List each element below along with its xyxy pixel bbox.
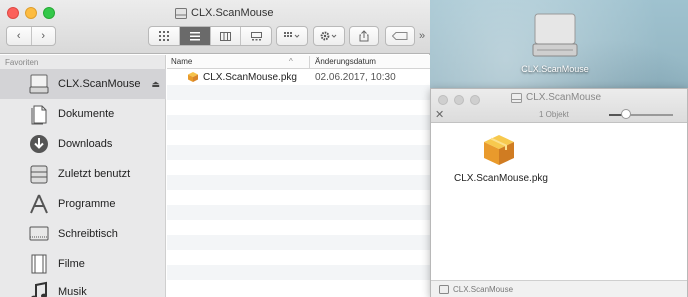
column-view-icon	[219, 31, 231, 41]
gear-icon	[320, 31, 337, 41]
arrange-icon	[284, 32, 300, 38]
movies-icon	[26, 252, 52, 276]
item-count: 1 Objekt	[539, 110, 569, 119]
toolbar-overflow-button[interactable]: »	[419, 30, 425, 42]
documents-icon	[26, 102, 52, 126]
secondary-window-titlebar: CLX.ScanMouse ✕ 1 Objekt	[431, 89, 687, 123]
package-label: CLX.ScanMouse.pkg	[454, 173, 548, 184]
tags-button[interactable]	[385, 26, 415, 46]
music-icon	[26, 280, 52, 297]
action-button[interactable]	[313, 26, 345, 46]
share-button[interactable]	[349, 26, 379, 46]
secondary-window-title: CLX.ScanMouse	[511, 92, 601, 103]
table-row[interactable]: CLX.ScanMouse.pkg 02.06.2017, 10:30	[167, 70, 430, 85]
minimize-button[interactable]	[454, 95, 464, 105]
applications-icon	[26, 192, 52, 216]
back-button[interactable]: ‹	[7, 30, 31, 42]
minimize-button[interactable]	[25, 7, 37, 19]
sidebar: Favoriten CLX.ScanMouse ⏏ Dokumente Down…	[0, 55, 166, 297]
gallery-view-button[interactable]	[241, 27, 271, 45]
package-icon	[188, 72, 198, 82]
list-stripe	[167, 115, 430, 130]
file-date: 02.06.2017, 10:30	[315, 72, 396, 83]
sidebar-item-label: Zuletzt benutzt	[58, 168, 131, 180]
disk-label: CLX.ScanMouse	[521, 64, 589, 74]
desktop-icon	[26, 222, 52, 246]
list-stripe	[167, 175, 430, 190]
forward-button[interactable]: ›	[32, 30, 56, 42]
window-title-text: CLX.ScanMouse	[191, 7, 274, 19]
column-header-date[interactable]: Änderungsdatum	[315, 57, 376, 66]
sidebar-item-dokumente[interactable]: Dokumente	[0, 99, 166, 129]
sidebar-item-clx-scanmouse[interactable]: CLX.ScanMouse ⏏	[0, 69, 166, 99]
external-disk-icon[interactable]	[527, 8, 583, 64]
gallery-view-icon	[250, 31, 262, 40]
column-divider[interactable]	[309, 56, 310, 68]
sidebar-item-schreibtisch[interactable]: Schreibtisch	[0, 219, 166, 249]
icon-view-button[interactable]	[149, 27, 180, 45]
path-bar-label[interactable]: CLX.ScanMouse	[453, 285, 513, 294]
package-icon[interactable]	[480, 131, 518, 169]
finder-window: CLX.ScanMouse ‹ › » Favoriten CLX.ScanMo…	[0, 0, 430, 297]
disk-icon	[439, 284, 449, 294]
maximize-button[interactable]	[470, 95, 480, 105]
sidebar-item-label: Filme	[58, 258, 85, 270]
close-button[interactable]	[438, 95, 448, 105]
sidebar-item-label: Musik	[58, 286, 87, 297]
close-icon[interactable]: ✕	[435, 108, 444, 121]
arrange-button[interactable]	[276, 26, 308, 46]
list-stripe	[167, 265, 430, 280]
close-button[interactable]	[7, 7, 19, 19]
sidebar-item-label: Dokumente	[58, 108, 115, 120]
list-stripe	[167, 145, 430, 160]
share-icon	[359, 30, 369, 42]
disk-icon	[511, 92, 522, 103]
downloads-icon	[26, 132, 52, 156]
list-stripe	[167, 85, 430, 100]
sidebar-heading: Favoriten	[5, 58, 39, 67]
tag-icon	[392, 32, 408, 40]
sidebar-item-programme[interactable]: Programme	[0, 189, 166, 219]
window-title: CLX.ScanMouse	[175, 5, 274, 21]
list-stripe	[167, 235, 430, 250]
sidebar-item-label: Downloads	[58, 138, 113, 150]
column-view-button[interactable]	[211, 27, 242, 45]
recent-icon	[26, 162, 52, 186]
icon-size-slider-knob[interactable]	[621, 109, 631, 119]
view-switcher	[148, 26, 272, 46]
disk-icon	[175, 7, 187, 19]
toolbar: CLX.ScanMouse ‹ › »	[0, 0, 430, 54]
sidebar-item-label: Programme	[58, 198, 116, 210]
column-header-name[interactable]: Name	[171, 57, 192, 66]
sidebar-item-label: CLX.ScanMouse	[58, 78, 141, 90]
sidebar-item-filme[interactable]: Filme	[0, 249, 166, 279]
sort-indicator: ^	[289, 57, 293, 66]
file-list: Name ^ Änderungsdatum CLX.ScanMouse.pkg …	[167, 55, 430, 297]
list-view-icon	[189, 31, 200, 40]
list-stripe	[167, 205, 430, 220]
path-bar: CLX.ScanMouse	[431, 280, 687, 297]
nav-buttons: ‹ ›	[6, 26, 56, 46]
sidebar-item-musik[interactable]: Musik	[0, 277, 166, 297]
sidebar-item-zuletzt-benutzt[interactable]: Zuletzt benutzt	[0, 159, 166, 189]
list-header: Name ^ Änderungsdatum	[167, 55, 430, 69]
secondary-window-title-text: CLX.ScanMouse	[526, 92, 602, 103]
secondary-finder-window: CLX.ScanMouse ✕ 1 Objekt CLX.ScanMouse.p…	[430, 88, 688, 297]
sidebar-item-downloads[interactable]: Downloads	[0, 129, 166, 159]
disk-icon	[26, 72, 52, 96]
file-name: CLX.ScanMouse.pkg	[203, 72, 297, 83]
sidebar-item-label: Schreibtisch	[58, 228, 118, 240]
icon-view-icon	[158, 31, 169, 41]
list-view-button[interactable]	[179, 27, 211, 45]
eject-icon[interactable]: ⏏	[151, 79, 160, 90]
maximize-button[interactable]	[43, 7, 55, 19]
